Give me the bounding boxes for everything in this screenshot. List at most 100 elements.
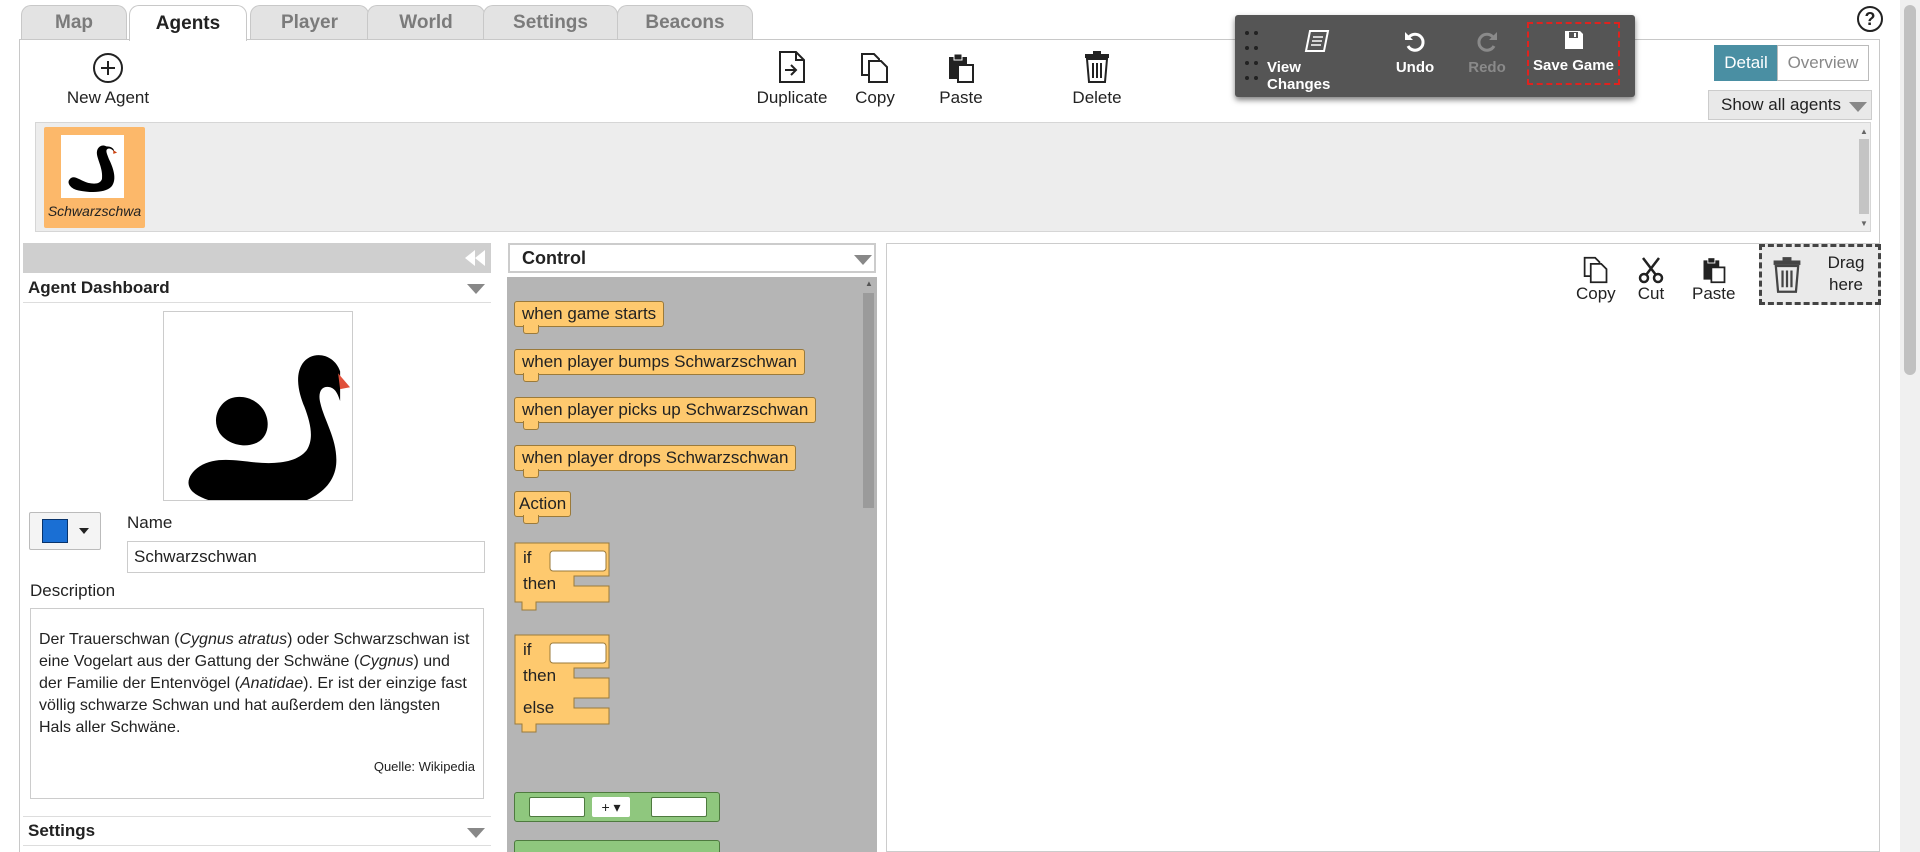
delete-label: Delete [1072, 88, 1122, 107]
block-when-player-picks-up[interactable]: when player picks up Schwarzschwan [514, 397, 817, 430]
help-icon[interactable]: ? [1857, 6, 1883, 32]
trash-icon [1085, 51, 1109, 83]
block-math-partial[interactable] [514, 840, 720, 852]
block-action[interactable]: Action [514, 491, 572, 524]
duplicate-icon [779, 51, 805, 83]
scissors-icon [1638, 257, 1664, 284]
tab-label: Player [280, 12, 339, 33]
paste-icon [1703, 257, 1726, 284]
tab-beacons[interactable]: Beacons [617, 5, 753, 40]
tab-label: Map [55, 12, 93, 33]
detail-label: Detail [1724, 53, 1768, 72]
caret-down-icon [79, 528, 89, 534]
block-when-player-drops[interactable]: when player drops Schwarzschwan [514, 445, 797, 478]
agent-portrait [163, 311, 353, 508]
agent-filter-value: Show all agents [1721, 95, 1842, 114]
redo-button[interactable]: Redo [1457, 29, 1517, 76]
color-picker-button[interactable] [29, 512, 101, 550]
delete-button[interactable]: Delete [1070, 50, 1124, 108]
copy-button[interactable]: Copy [850, 52, 900, 108]
tab-label: World [399, 12, 453, 33]
floating-toolbar: View Changes Undo Redo Save Game [1235, 15, 1635, 97]
description-textarea[interactable]: Der Trauerschwan (Cygnus atratus) oder S… [30, 608, 484, 799]
chevron-down-icon [467, 284, 485, 294]
redo-label: Redo [1468, 59, 1506, 76]
new-agent-button[interactable]: New Agent [62, 52, 154, 108]
category-value: Control [522, 247, 586, 268]
block-math-add[interactable]: + ▾ [514, 792, 720, 822]
page-scrollbar[interactable] [1900, 0, 1920, 852]
settings-section-header[interactable]: Settings [23, 816, 491, 846]
else-label: else [523, 698, 555, 717]
drag-handle[interactable] [1245, 31, 1259, 81]
paste-button[interactable]: Paste [935, 52, 987, 108]
save-game-button[interactable]: Save Game [1527, 29, 1620, 74]
drag-here-label: Drag here [1827, 253, 1865, 294]
agent-card-name: Schwarzschwa [47, 203, 142, 219]
then-label: then [523, 574, 557, 593]
block-if-then-else[interactable]: if then else [514, 634, 611, 736]
paste-icon [949, 53, 974, 83]
tab-label: Beacons [645, 12, 725, 33]
agent-strip: Schwarzschwa ▲ ▼ [35, 122, 1871, 232]
tab-player[interactable]: Player [250, 5, 369, 40]
copy-icon [1583, 256, 1608, 284]
agent-card[interactable]: Schwarzschwa [44, 127, 145, 228]
workspace-cut-button[interactable]: Cut [1637, 256, 1665, 304]
tab-map[interactable]: Map [21, 5, 127, 40]
block-category-select[interactable]: Control [508, 243, 876, 273]
black-swan-image [188, 355, 351, 508]
if-label: if [523, 548, 532, 567]
code-workspace[interactable]: Copy Cut Paste Drag here [886, 243, 1881, 852]
then-label: then [523, 666, 557, 685]
workspace-cut-label: Cut [1637, 284, 1665, 303]
description-italic: Cygnus [359, 653, 414, 670]
agent-name-input[interactable] [127, 541, 485, 573]
undo-icon [1405, 32, 1425, 52]
new-agent-label: New Agent [66, 88, 150, 107]
paste-label: Paste [939, 88, 983, 107]
redo-icon [1477, 32, 1497, 52]
left-panel-header [23, 243, 491, 273]
copy-icon [861, 53, 888, 83]
chevron-down-icon [1849, 102, 1867, 112]
block-label: when player bumps Schwarzschwan [522, 352, 797, 371]
duplicate-button[interactable]: Duplicate [752, 50, 832, 108]
block-label: when game starts [522, 304, 657, 323]
description-source: Quelle: Wikipedia [373, 759, 475, 774]
tab-agents[interactable]: Agents [129, 5, 247, 41]
workspace-paste-button[interactable]: Paste [1692, 256, 1735, 304]
chevron-down-icon [467, 828, 485, 838]
workspace-paste-label: Paste [1692, 284, 1736, 303]
agent-strip-scrollbar[interactable]: ▲ ▼ [1857, 123, 1871, 231]
tab-label: Settings [513, 12, 588, 33]
floppy-disk-icon [1564, 31, 1583, 49]
view-changes-button[interactable]: View Changes [1267, 29, 1367, 93]
block-palette: when game starts when player bumps Schwa… [507, 277, 877, 852]
description-italic: Anatidae [239, 675, 304, 692]
workspace-copy-button[interactable]: Copy [1576, 256, 1616, 304]
undo-label: Undo [1395, 59, 1435, 76]
tab-settings[interactable]: Settings [483, 5, 618, 40]
block-label: when player picks up Schwarzschwan [522, 400, 809, 419]
collapse-double-chevron-icon[interactable] [463, 249, 487, 267]
overview-label: Overview [1787, 53, 1859, 72]
if-label: if [523, 640, 532, 659]
drag-here-trash-zone[interactable]: Drag here [1759, 244, 1881, 305]
save-game-label: Save Game [1533, 57, 1614, 74]
undo-button[interactable]: Undo [1385, 29, 1445, 76]
block-when-game-starts[interactable]: when game starts [514, 301, 665, 334]
settings-title: Settings [28, 821, 96, 840]
block-if-then[interactable]: if then [514, 542, 611, 612]
overview-toggle[interactable]: Overview [1777, 45, 1869, 81]
plus-circle-icon [93, 53, 123, 83]
block-when-player-bumps[interactable]: when player bumps Schwarzschwan [514, 349, 805, 382]
tab-world[interactable]: World [367, 5, 485, 40]
changes-list-icon [1304, 30, 1330, 52]
name-label: Name [127, 513, 173, 532]
agent-filter-select[interactable]: Show all agents [1708, 90, 1872, 120]
detail-toggle[interactable]: Detail [1714, 45, 1778, 81]
swan-thumbnail [61, 135, 124, 198]
palette-scrollbar[interactable]: ▲ [861, 277, 877, 852]
dashboard-section-header[interactable]: Agent Dashboard [23, 273, 491, 303]
